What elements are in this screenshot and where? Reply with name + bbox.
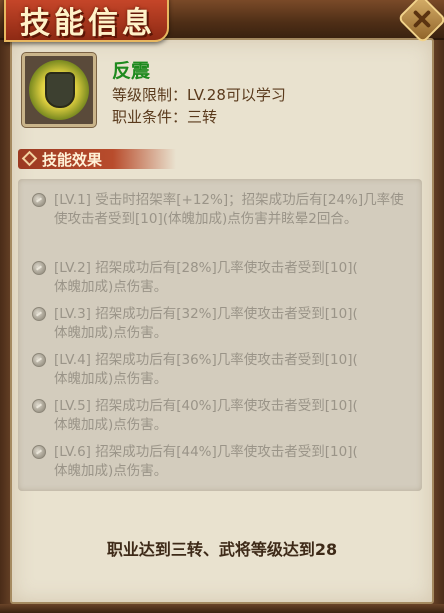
locked-level-icon <box>32 261 46 275</box>
skill-icon <box>22 53 96 127</box>
level-requirement: 等级限制：LV.28可以学习 <box>112 86 286 104</box>
effect-text: [LV.2] 招架成功后有[28%]几率使攻击者受到[10]( 体魄加成)点伤害… <box>54 260 358 295</box>
shield-icon <box>45 72 75 108</box>
effects-list[interactable]: [LV.1] 受击时招架率[+12%]；招架成功后有[24%]几率使使攻击者受到… <box>18 179 422 491</box>
effect-text: [LV.5] 招架成功后有[40%]几率使攻击者受到[10]( 体魄加成)点伤害… <box>54 398 358 433</box>
section-title: 技能效果 <box>42 151 103 169</box>
window-title: 技能信息 <box>20 6 156 41</box>
effect-text: [LV.3] 招架成功后有[32%]几率使攻击者受到[10]( 体魄加成)点伤害… <box>54 306 358 341</box>
effect-text: [LV.1] 受击时招架率[+12%]；招架成功后有[24%]几率使使攻击者受到… <box>54 192 404 227</box>
title-plate: 技能信息 <box>4 0 169 42</box>
locked-level-icon <box>32 193 46 207</box>
locked-level-icon <box>32 445 46 459</box>
unlock-requirement: 职业达到三转、武将等级达到28 <box>106 540 338 559</box>
effect-text: [LV.4] 招架成功后有[36%]几率使攻击者受到[10]( 体魄加成)点伤害… <box>54 352 358 387</box>
window-bottom-edge <box>0 604 444 613</box>
locked-level-icon <box>32 353 46 367</box>
skill-name: 反震 <box>112 60 151 82</box>
locked-level-icon <box>32 399 46 413</box>
effect-text: [LV.6] 招架成功后有[44%]几率使攻击者受到[10]( 体魄加成)点伤害… <box>54 444 358 479</box>
class-requirement: 职业条件：三转 <box>112 108 218 126</box>
locked-level-icon <box>32 307 46 321</box>
